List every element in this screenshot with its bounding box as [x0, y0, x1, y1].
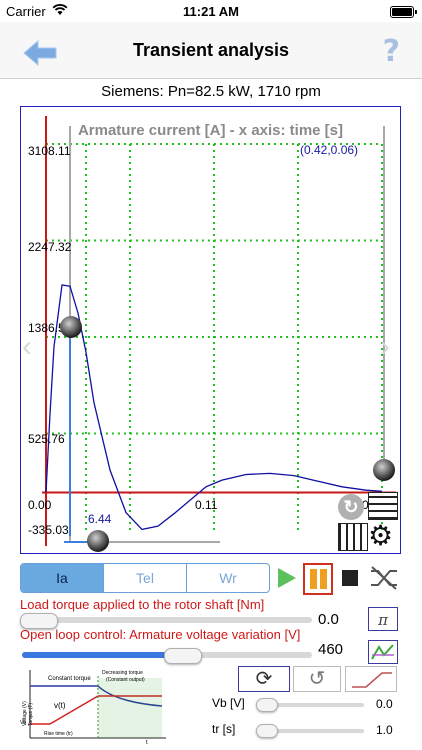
load-type-icon[interactable]: π	[368, 607, 398, 631]
y-tick-label: 0.00	[28, 498, 52, 512]
tab-wr[interactable]: Wr	[186, 564, 269, 592]
torque-voltage-diagram: Constant torque Decreasing torque (Const…	[20, 670, 166, 744]
t-axis-text: t	[146, 740, 148, 744]
vt-text: v(t)	[54, 701, 66, 710]
vb-label: Vb [V]	[212, 696, 245, 710]
torque-axis-text: Torque (T)	[28, 703, 34, 726]
load-torque-value: 0.0	[318, 611, 339, 628]
tr-slider-thumb[interactable]	[256, 724, 279, 738]
vertical-cursor-knob-icon[interactable]	[373, 459, 395, 481]
rotation-mode-icon[interactable]: ↺	[293, 666, 341, 692]
horizontal-cursor-knob-icon[interactable]	[87, 530, 109, 552]
reset-zoom-icon[interactable]: ↻	[338, 494, 364, 520]
stop-icon[interactable]	[342, 570, 358, 586]
voltage-profile-icon[interactable]	[368, 640, 398, 664]
x-tick-label: 0.11	[195, 498, 218, 512]
status-time: 11:21 AM	[183, 4, 239, 19]
tr-value: 1.0	[376, 723, 393, 737]
voltage-label: Open loop control: Armature voltage vari…	[20, 627, 301, 642]
gear-icon[interactable]: ⚙	[368, 522, 393, 550]
chevron-right-icon[interactable]: ›	[380, 330, 390, 364]
load-torque-slider[interactable]	[22, 617, 312, 623]
y-tick-label: 2247.32	[28, 240, 72, 254]
help-icon[interactable]: ?	[383, 34, 400, 69]
voltage-value: 460	[318, 641, 344, 658]
voltage-slider-thumb[interactable]	[163, 648, 202, 664]
shuffle-disabled-icon[interactable]	[368, 563, 400, 598]
y-tick-label: 3108.11	[28, 144, 71, 158]
motor-mode-icon[interactable]: ⟳	[238, 666, 290, 692]
status-bar: Carrier 11:21 AM	[0, 0, 422, 22]
vb-slider-thumb[interactable]	[256, 698, 278, 712]
motor-label: Siemens: Pn=82.5 kW, 1710 rpm	[101, 83, 321, 100]
grid-settings-icon[interactable]	[338, 523, 368, 551]
rise-time-text: Rise time (tr)	[44, 731, 73, 737]
play-icon[interactable]	[276, 566, 298, 595]
ramp-mode-icon[interactable]	[345, 666, 397, 692]
chart-title: Armature current [A] - x axis: time [s]	[77, 122, 344, 139]
cursor-value: 6.44	[88, 512, 112, 526]
grid-toggle-icon[interactable]	[368, 492, 398, 520]
constant-torque-text: Constant torque	[48, 676, 91, 682]
constant-output-text: (Constant output)	[106, 677, 145, 683]
tab-ia[interactable]: Ia	[21, 564, 103, 592]
load-torque-label: Load torque applied to the rotor shaft […	[20, 597, 265, 612]
y-tick-label: -335.03	[28, 523, 69, 537]
vb-value: 0.0	[376, 697, 393, 711]
battery-icon	[390, 6, 417, 18]
tr-label: tr [s]	[212, 722, 236, 736]
tab-tel[interactable]: Tel	[103, 564, 186, 592]
decreasing-torque-text: Decreasing torque	[102, 670, 143, 676]
pause-button[interactable]	[303, 563, 333, 595]
chevron-left-icon[interactable]: ‹	[22, 330, 32, 364]
coordinate-readout: (0.42,0.06)	[300, 143, 359, 157]
page-title: Transient analysis	[132, 40, 290, 60]
signal-segmented-control: Ia Tel Wr	[20, 563, 270, 593]
y-tick-label: 525.76	[28, 432, 65, 446]
cursor-knob-icon[interactable]	[60, 316, 82, 338]
